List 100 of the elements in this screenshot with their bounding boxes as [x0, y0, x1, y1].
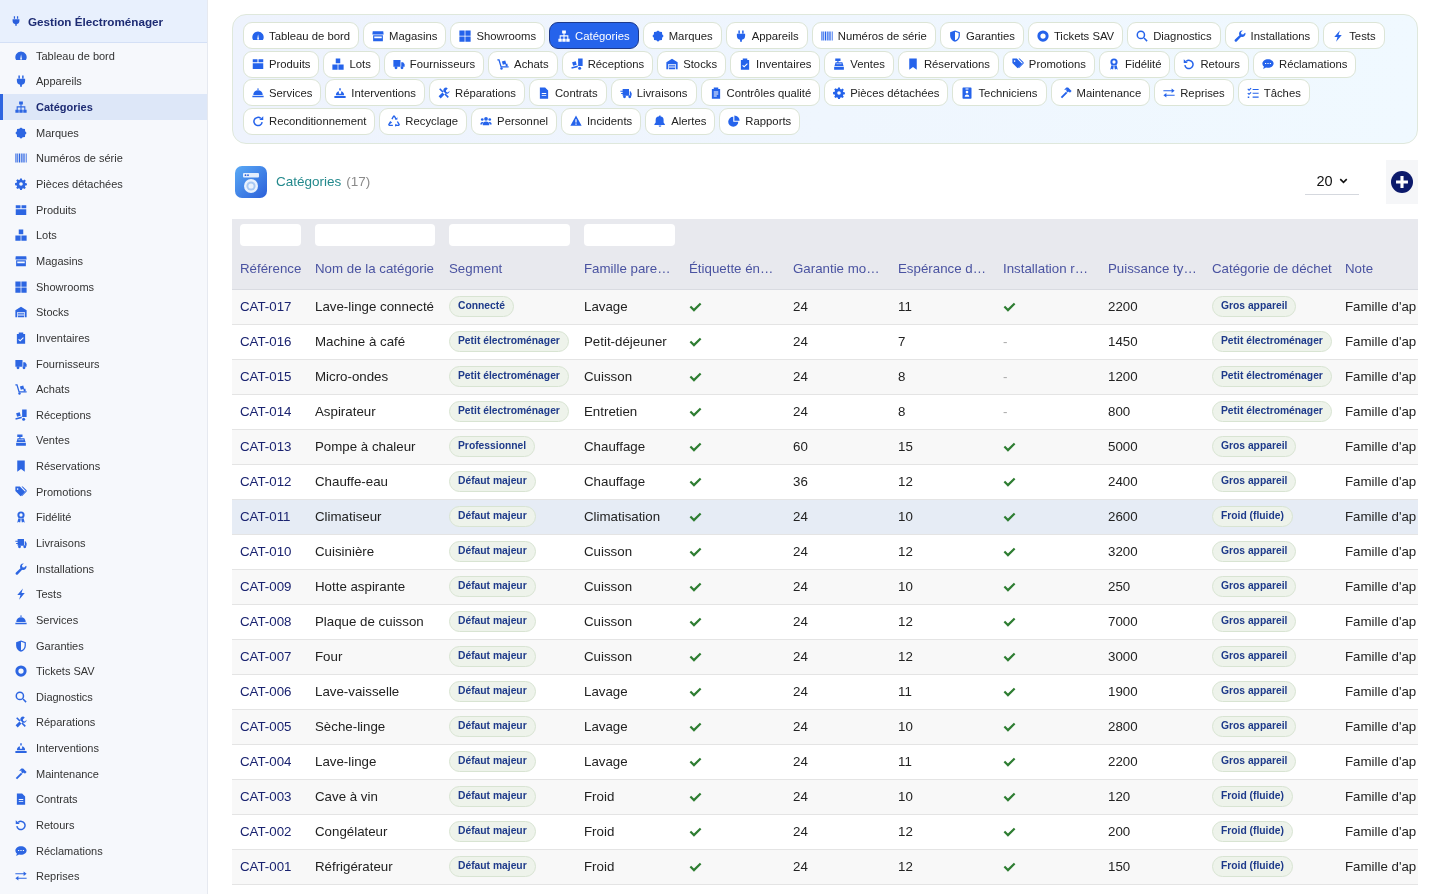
table-row[interactable]: CAT-016 Machine à café Petit électroménager Petit-déjeuner 24 7 - 1450 Petit électroménager Famille d'ap — [232, 324, 1418, 359]
table-row[interactable]: CAT-017 Lave-linge connecté Connecté Lavage 24 11 2200 Gros appareil Famille d'ap — [232, 289, 1418, 324]
nav-tab[interactable]: Interventions — [325, 79, 425, 106]
sidebar-item[interactable]: Reprises — [0, 863, 207, 890]
nav-tab[interactable]: Tâches — [1237, 79, 1310, 106]
nav-tab[interactable]: Lots — [323, 50, 380, 78]
sidebar-item[interactable]: Ventes — [0, 427, 207, 454]
nav-tab[interactable]: Appareils — [725, 22, 808, 49]
nav-tab[interactable]: Installations — [1224, 22, 1320, 49]
table-row[interactable]: CAT-011 Climatiseur Défaut majeur Climatisation 24 10 2600 Froid (fluide) Famille d'ap — [232, 499, 1418, 534]
waste-category-tag: Gros appareil — [1212, 471, 1297, 492]
nav-tab[interactable]: Contrats — [528, 79, 607, 106]
table-row[interactable]: CAT-006 Lave-vaisselle Défaut majeur Lavage 24 11 1900 Gros appareil Famille d'ap — [232, 674, 1418, 709]
sidebar-item[interactable]: Tableau de bord — [0, 43, 207, 69]
nav-tab[interactable]: Réparations — [429, 79, 525, 106]
table-cell: Chauffe-eau — [307, 464, 441, 499]
nav-tab[interactable]: Stocks — [657, 50, 727, 78]
nav-tab[interactable]: Inventaires — [730, 50, 821, 78]
sidebar-item[interactable]: Numéros de série — [0, 145, 207, 172]
nav-tab[interactable]: Techniciens — [952, 79, 1047, 106]
table-cell: 24 — [785, 709, 890, 744]
table-cell: 24 — [785, 814, 890, 849]
nav-tab[interactable]: Promotions — [1002, 50, 1095, 78]
nav-tab[interactable]: Recyclage — [379, 107, 468, 135]
sidebar-item[interactable]: Réceptions — [0, 401, 207, 428]
nav-tab[interactable]: Tableau de bord — [243, 22, 360, 49]
nav-tab[interactable]: Marques — [642, 22, 722, 49]
add-button[interactable] — [1386, 159, 1418, 204]
sidebar-item[interactable]: Achats — [0, 376, 207, 402]
table-row[interactable]: CAT-007 Four Défaut majeur Cuisson 24 12 3000 Gros appareil Famille d'ap — [232, 639, 1418, 674]
nav-tab[interactable]: Achats — [488, 50, 558, 78]
nav-tab[interactable]: Ventes — [824, 50, 894, 78]
page-size-select[interactable]: 20 — [1305, 168, 1359, 195]
sidebar-item[interactable]: Contrats — [0, 786, 207, 813]
nav-tab[interactable]: Tests — [1323, 22, 1385, 49]
nav-tab[interactable]: Contrôles qualité — [700, 79, 821, 106]
sidebar-item[interactable]: Garanties — [0, 632, 207, 659]
table-row[interactable]: CAT-008 Plaque de cuisson Défaut majeur Cuisson 24 12 7000 Gros appareil Famille d'ap — [232, 604, 1418, 639]
sidebar-item[interactable]: Promotions — [0, 478, 207, 505]
nav-tab[interactable]: Diagnostics — [1127, 22, 1221, 49]
sidebar-item[interactable]: Appareils — [0, 68, 207, 95]
sidebar-item[interactable]: Fournisseurs — [0, 350, 207, 377]
nav-tab[interactable]: Garanties — [939, 22, 1024, 49]
nav-tab[interactable]: Alertes — [645, 107, 716, 135]
nav-tab[interactable]: Pièces détachées — [824, 79, 949, 106]
sidebar-item[interactable]: Maintenance — [0, 760, 207, 787]
sidebar-item[interactable]: Réparations — [0, 709, 207, 736]
table-row[interactable]: CAT-015 Micro-ondes Petit électroménager Cuisson 24 8 - 1200 Petit électroménager Famille d'ap — [232, 359, 1418, 394]
table-row[interactable]: CAT-013 Pompe à chaleur Professionnel Chauffage 60 15 5000 Gros appareil Famille d'ap — [232, 429, 1418, 464]
sidebar-item[interactable]: Inventaires — [0, 325, 207, 351]
sidebar-item[interactable]: Showrooms — [0, 273, 207, 300]
table-row[interactable]: CAT-009 Hotte aspirante Défaut majeur Cuisson 24 10 250 Gros appareil Famille d'ap — [232, 569, 1418, 604]
table-row[interactable]: CAT-001 Réfrigérateur Défaut majeur Froid 24 12 150 Froid (fluide) Famille d'ap — [232, 849, 1418, 884]
sidebar-item[interactable]: Retours — [0, 812, 207, 838]
sidebar-item[interactable]: Tests — [0, 581, 207, 608]
nav-tab[interactable]: Réclamations — [1253, 50, 1357, 78]
nav-tab[interactable]: Rapports — [719, 107, 801, 135]
nav-tab[interactable]: Maintenance — [1050, 79, 1151, 106]
nav-tab[interactable]: Services — [243, 79, 322, 106]
nav-tab[interactable]: Retours — [1174, 50, 1249, 78]
nav-tab[interactable]: Fournisseurs — [383, 50, 485, 78]
nav-tab[interactable]: Reprises — [1154, 79, 1234, 106]
table-row[interactable]: CAT-010 Cuisinière Défaut majeur Cuisson 24 12 3200 Gros appareil Famille d'ap — [232, 534, 1418, 569]
table-row[interactable]: CAT-004 Lave-linge Défaut majeur Lavage 24 11 2200 Gros appareil Famille d'ap — [232, 744, 1418, 779]
nav-tab[interactable]: Catégories — [549, 22, 639, 49]
nav-tab[interactable]: Réceptions — [561, 50, 654, 78]
sidebar-item[interactable]: Magasins — [0, 248, 207, 274]
sidebar-item[interactable]: Réclamations — [0, 837, 207, 864]
table-cell: Famille d'ap — [1337, 394, 1418, 429]
sidebar-item[interactable]: Services — [0, 607, 207, 633]
nav-tab[interactable]: Produits — [243, 50, 320, 78]
table-row[interactable]: CAT-005 Sèche-linge Défaut majeur Lavage 24 10 2800 Gros appareil Famille d'ap — [232, 709, 1418, 744]
sidebar-item[interactable]: Marques — [0, 119, 207, 146]
sidebar-item[interactable]: Fidélité — [0, 504, 207, 531]
sidebar-item[interactable]: Produits — [0, 196, 207, 223]
sidebar-item[interactable]: Réservations — [0, 453, 207, 479]
nav-tab[interactable]: Showrooms — [450, 22, 546, 49]
nav-tab[interactable]: Réservations — [897, 50, 999, 78]
nav-tab[interactable]: Incidents — [560, 107, 642, 135]
sidebar-item[interactable]: Stocks — [0, 299, 207, 326]
nav-tab[interactable]: Reconditionnement — [243, 107, 376, 135]
nav-tab[interactable]: Tickets SAV — [1027, 22, 1124, 49]
nav-tab[interactable]: Fidélité — [1099, 50, 1171, 78]
nav-tab[interactable]: Livraisons — [610, 79, 697, 106]
table-row[interactable]: CAT-014 Aspirateur Petit électroménager Entretien 24 8 - 800 Petit électroménager Famille d'ap — [232, 394, 1418, 429]
table-row[interactable]: CAT-012 Chauffe-eau Défaut majeur Chauffage 36 12 2400 Gros appareil Famille d'ap — [232, 464, 1418, 499]
sidebar-item[interactable]: Tickets SAV — [0, 658, 207, 684]
sidebar-item[interactable]: Interventions — [0, 735, 207, 761]
sidebar-item[interactable]: Diagnostics — [0, 684, 207, 710]
sidebar-item[interactable]: Livraisons — [0, 530, 207, 556]
sidebar-item[interactable]: Catégories — [0, 94, 207, 120]
bookmark-icon — [15, 460, 27, 473]
nav-tab[interactable]: Magasins — [363, 22, 447, 49]
table-row[interactable]: CAT-002 Congélateur Défaut majeur Froid 24 12 200 Froid (fluide) Famille d'ap — [232, 814, 1418, 849]
sidebar-item[interactable]: Pièces détachées — [0, 171, 207, 197]
nav-tab[interactable]: Numéros de série — [811, 22, 936, 49]
sidebar-item[interactable]: Lots — [0, 222, 207, 249]
nav-tab[interactable]: Personnel — [471, 107, 557, 135]
table-row[interactable]: CAT-003 Cave à vin Défaut majeur Froid 24 10 120 Froid (fluide) Famille d'ap — [232, 779, 1418, 814]
sidebar-item[interactable]: Installations — [0, 555, 207, 582]
